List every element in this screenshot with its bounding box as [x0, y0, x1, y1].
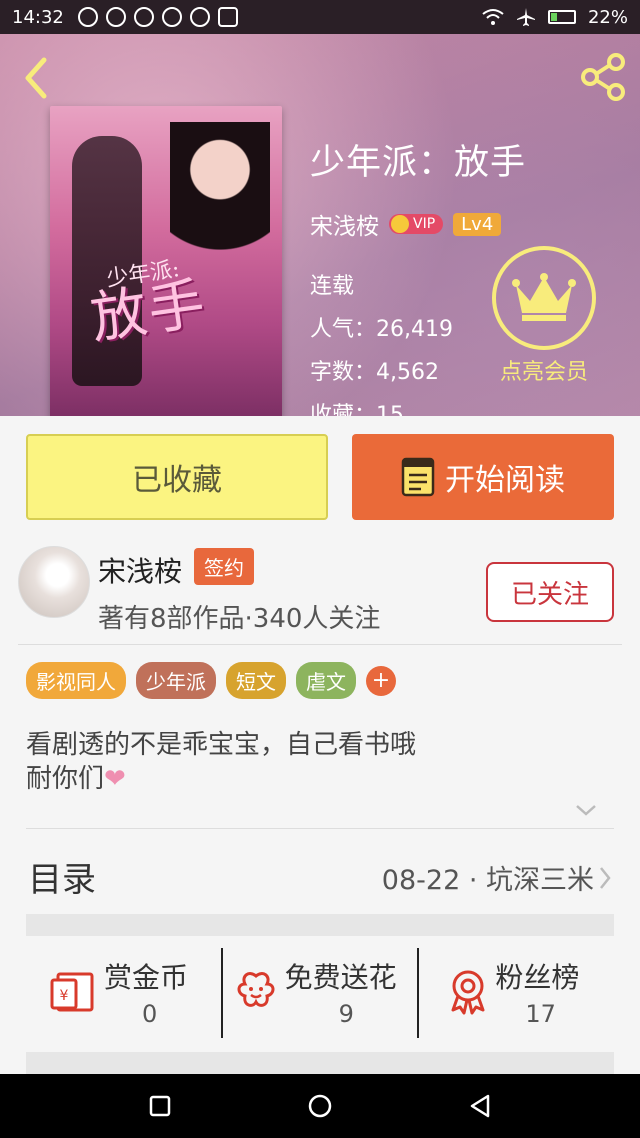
- back-arrow-icon[interactable]: [16, 54, 56, 102]
- chevron-down-icon[interactable]: [574, 800, 598, 820]
- vip-member-button[interactable]: 点亮会员: [492, 246, 596, 386]
- battery-icon: [547, 10, 576, 24]
- description-line: 看剧透的不是乖宝宝，自己看书哦: [26, 730, 417, 760]
- app-notification-icon: [105, 7, 126, 27]
- crown-icon: [391, 215, 409, 233]
- wechat-icon: [189, 7, 210, 27]
- collected-button[interactable]: 已收藏: [26, 434, 328, 520]
- collected-label: 已收藏: [132, 463, 222, 498]
- tag[interactable]: 短文: [226, 662, 286, 699]
- signed-badge: 签约: [194, 548, 254, 585]
- book-hero: 少年派: 放手 少年派：放手 宋浅桉 VIP Lv4 连载 人气：26,419 …: [0, 34, 640, 416]
- reward-value: 17: [525, 1000, 556, 1028]
- tag-list: 影视同人 少年派 短文 虐文 +: [26, 662, 396, 699]
- share-icon[interactable]: [578, 52, 628, 102]
- reward-value: 9: [338, 1000, 354, 1028]
- notification-icons: [77, 7, 238, 27]
- toc-title[interactable]: 目录: [28, 852, 96, 901]
- keyboard-icon: [217, 7, 238, 27]
- recent-apps-button[interactable]: [140, 1086, 180, 1126]
- divider: [18, 644, 622, 645]
- app-notification-icon: [77, 7, 98, 27]
- book-author[interactable]: 宋浅桉: [310, 207, 379, 241]
- start-reading-button[interactable]: 开始阅读: [352, 434, 614, 520]
- author-name[interactable]: 宋浅桉: [98, 550, 182, 590]
- heart-icon: ❤: [104, 764, 126, 794]
- reward-coins-button[interactable]: ¥ 赏金币 0: [26, 948, 221, 1038]
- followed-button[interactable]: 已关注: [486, 562, 614, 622]
- book-title: 少年派：放手: [310, 143, 527, 183]
- tag[interactable]: 虐文: [296, 662, 356, 699]
- red-envelope-icon: ¥: [50, 972, 94, 1012]
- cover-title: 放手: [86, 271, 211, 352]
- member-circle: [492, 246, 596, 350]
- wifi-icon: [482, 9, 504, 25]
- medal-icon: [451, 970, 485, 1015]
- reward-label: 赏金币: [104, 961, 189, 994]
- author-stats: 著有8部作品·340人关注: [98, 604, 381, 634]
- latest-chapter-label: 08-22 · 坑深三米: [381, 865, 594, 896]
- svg-text:¥: ¥: [60, 988, 69, 1004]
- level-badge: Lv4: [453, 212, 502, 236]
- status-bar: 14:32 22%: [0, 0, 640, 34]
- back-button[interactable]: [460, 1086, 500, 1126]
- section-divider: [26, 914, 614, 936]
- description-line: 耐你们: [26, 764, 105, 794]
- reward-label: 粉丝榜: [495, 961, 580, 994]
- book-icon: [401, 457, 435, 497]
- section-divider: [26, 1052, 614, 1074]
- triangle-back-icon: [470, 1094, 490, 1118]
- author-avatar[interactable]: [18, 546, 90, 618]
- vip-label: VIP: [413, 216, 436, 232]
- airplane-icon: [516, 8, 535, 26]
- battery-percent: 22%: [587, 6, 628, 28]
- circle-icon: [308, 1094, 332, 1118]
- tag[interactable]: 影视同人: [26, 662, 126, 699]
- headset-icon: [161, 7, 182, 27]
- followed-label: 已关注: [510, 579, 589, 610]
- book-cover[interactable]: 少年派: 放手: [50, 106, 282, 416]
- member-label: 点亮会员: [499, 360, 588, 385]
- reward-bar: ¥ 赏金币 0 免费送花 9 粉丝榜 17: [26, 948, 614, 1038]
- status-time: 14:32: [12, 6, 64, 28]
- qq-icon: [133, 7, 154, 27]
- system-nav-bar: [0, 1074, 640, 1138]
- start-reading-label: 开始阅读: [445, 463, 565, 498]
- reward-label: 免费送花: [284, 961, 397, 994]
- fan-ranking-button[interactable]: 粉丝榜 17: [417, 948, 614, 1038]
- chevron-right-icon: [600, 866, 611, 889]
- square-icon: [149, 1095, 171, 1117]
- toc-latest-chapter[interactable]: 08-22 · 坑深三米: [382, 858, 612, 897]
- vip-badge: VIP: [389, 214, 444, 234]
- flower-icon: [237, 972, 275, 1007]
- author-row: 宋浅桉 VIP Lv4: [310, 207, 526, 241]
- add-tag-button[interactable]: +: [366, 665, 396, 696]
- tag[interactable]: 少年派: [136, 662, 216, 699]
- send-flower-button[interactable]: 免费送花 9: [220, 948, 418, 1038]
- favorites-count: 收藏：15: [310, 403, 404, 416]
- book-description: 看剧透的不是乖宝宝，自己看书哦 耐你们❤: [26, 728, 546, 796]
- divider: [26, 828, 614, 829]
- crown-icon: [512, 273, 576, 321]
- home-button[interactable]: [300, 1086, 340, 1126]
- reward-value: 0: [142, 1000, 158, 1028]
